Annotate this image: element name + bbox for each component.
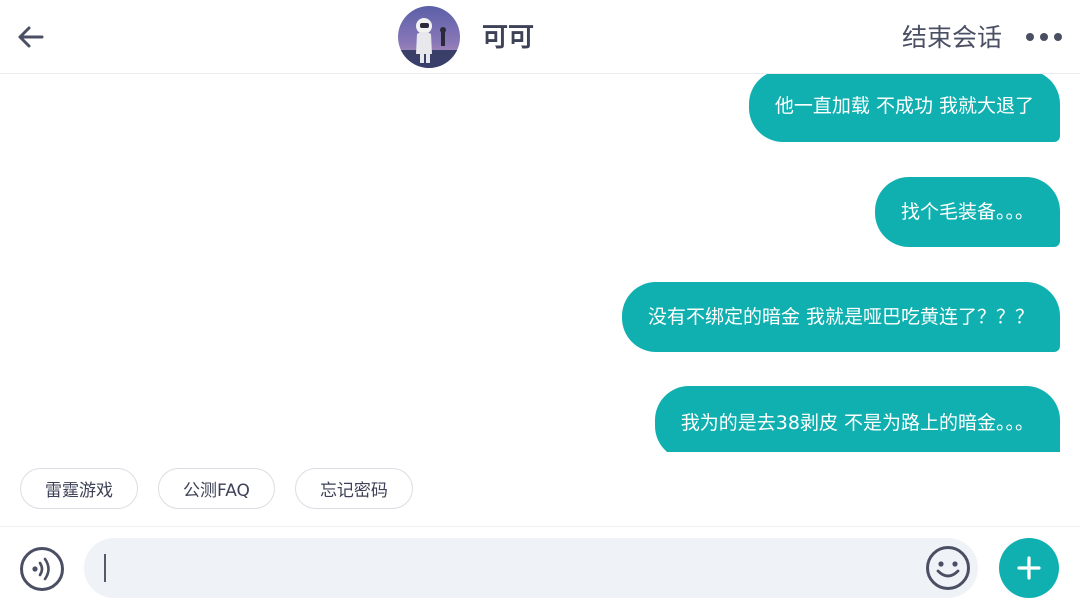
quick-reply-chip[interactable]: 忘记密码 [294,468,413,509]
message-bubble[interactable]: 找个毛装备。。。 [874,177,1060,247]
back-button[interactable] [12,19,48,55]
voice-button[interactable] [19,546,65,592]
avatar[interactable] [398,6,460,68]
message-list[interactable]: 他一直加载 不成功 我就大退了 找个毛装备。。。 没有不绑定的暗金 我就是哑巴吃… [0,74,1080,452]
smiley-icon [926,546,970,590]
message-bubble[interactable]: 没有不绑定的暗金 我就是哑巴吃黄连了？？？ [621,282,1060,352]
input-bar [0,526,1080,608]
arrow-left-icon [18,26,44,48]
more-button[interactable] [1022,22,1066,52]
end-session-button[interactable]: 结束会话 [902,20,1002,56]
plus-icon [1017,556,1041,580]
quick-reply-chip[interactable]: 公测FAQ [158,468,275,509]
quick-reply-bar: 雷霆游戏 公测FAQ 忘记密码 [20,468,413,510]
message-input-field[interactable] [84,538,978,598]
message-bubble[interactable]: 他一直加载 不成功 我就大退了 [748,74,1060,142]
voice-icon [20,547,64,591]
add-button[interactable] [999,538,1059,598]
text-caret [104,554,106,582]
emoji-button[interactable] [925,545,971,591]
message-input[interactable] [102,548,902,588]
message-bubble[interactable]: 我为的是去38剥皮 不是为路上的暗金。。。 [654,386,1060,452]
more-horizontal-icon [1026,33,1062,41]
avatar-image [398,6,460,68]
contact-name: 可可 [482,23,535,53]
chat-screen: 可可 结束会话 他一直加载 不成功 我就大退了 找个毛装备。。。 没有不绑定的暗… [0,0,1080,608]
quick-reply-chip[interactable]: 雷霆游戏 [20,468,138,509]
chat-header: 可可 结束会话 [0,0,1080,74]
